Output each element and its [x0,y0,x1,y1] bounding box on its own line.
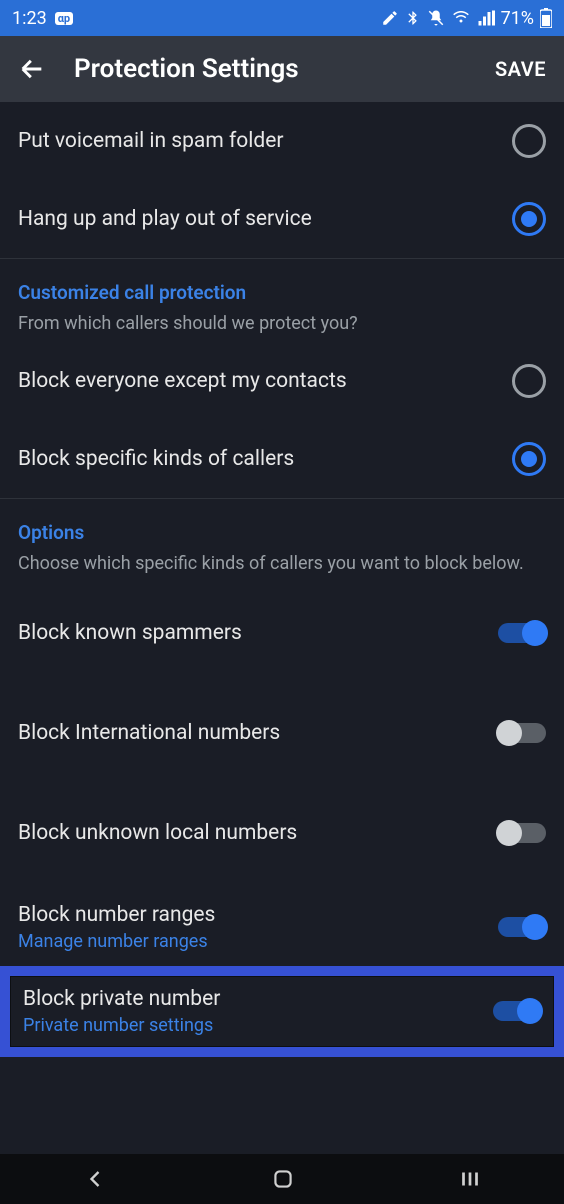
status-right: 71% [381,8,552,29]
toggle-text: Block private number Private number sett… [23,987,220,1036]
switch-icon[interactable] [498,623,546,643]
nav-back-icon[interactable] [81,1165,109,1193]
radio-voicemail-spam[interactable]: Put voicemail in spam folder [0,102,564,180]
toggle-sublabel[interactable]: Manage number ranges [18,931,215,952]
status-badge: αр [55,12,73,25]
mute-icon [427,9,445,27]
switch-icon[interactable] [498,917,546,937]
radio-icon[interactable] [512,202,546,236]
battery-icon [540,8,552,28]
section-handling: Put voicemail in spam folder Hang up and… [0,102,564,259]
pencil-icon [381,9,399,27]
app-bar: Protection Settings SAVE [0,36,564,102]
status-left: 1:23 αр [12,8,73,29]
radio-block-except-contacts[interactable]: Block everyone except my contacts [0,342,564,420]
highlighted-row: Block private number Private number sett… [0,966,564,1057]
section-title: Customized call protection [18,281,546,304]
toggle-block-unknown-local[interactable]: Block unknown local numbers [0,783,564,883]
radio-label: Put voicemail in spam folder [18,129,283,153]
bluetooth-icon [405,9,421,27]
section-custom-protection: Customized call protection From which ca… [0,259,564,499]
switch-icon[interactable] [498,823,546,843]
switch-icon[interactable] [498,723,546,743]
radio-icon[interactable] [512,124,546,158]
toggle-block-private-number[interactable]: Block private number Private number sett… [10,976,554,1047]
toggle-sublabel[interactable]: Private number settings [23,1015,220,1036]
section-description: Choose which specific kinds of callers y… [18,552,546,576]
radio-icon[interactable] [512,442,546,476]
signal-icon [477,9,495,27]
radio-label: Block specific kinds of callers [18,447,294,471]
toggle-label: Block known spammers [18,621,242,645]
section-header: Options Choose which specific kinds of c… [0,499,564,582]
toggle-block-number-ranges[interactable]: Block number ranges Manage number ranges [0,883,564,960]
status-time: 1:23 [12,8,47,29]
toggle-label: Block private number [23,987,220,1011]
section-header: Customized call protection From which ca… [0,259,564,342]
radio-label: Block everyone except my contacts [18,369,347,393]
switch-icon[interactable] [493,1001,541,1021]
radio-block-specific-kinds[interactable]: Block specific kinds of callers [0,420,564,498]
battery-percent: 71% [501,8,534,29]
toggle-block-international[interactable]: Block International numbers [0,683,564,783]
toggle-label: Block number ranges [18,903,215,927]
toggle-text: Block number ranges Manage number ranges [18,903,215,952]
save-button[interactable]: SAVE [495,57,546,81]
nav-home-icon[interactable] [270,1166,296,1192]
radio-hangup-out-of-service[interactable]: Hang up and play out of service [0,180,564,258]
toggle-label: Block unknown local numbers [18,821,297,845]
wifi-icon [451,9,471,27]
radio-label: Hang up and play out of service [18,207,312,231]
section-title: Options [18,521,546,544]
status-bar: 1:23 αр 71% [0,0,564,36]
nav-recent-icon[interactable] [457,1166,483,1192]
toggle-block-known-spammers[interactable]: Block known spammers [0,583,564,683]
back-icon[interactable] [18,55,46,83]
content-scroll[interactable]: Put voicemail in spam folder Hang up and… [0,102,564,1154]
section-description: From which callers should we protect you… [18,312,546,336]
section-options: Options Choose which specific kinds of c… [0,499,564,1056]
page-title: Protection Settings [74,54,467,84]
system-nav-bar [0,1154,564,1204]
toggle-label: Block International numbers [18,721,280,745]
radio-icon[interactable] [512,364,546,398]
